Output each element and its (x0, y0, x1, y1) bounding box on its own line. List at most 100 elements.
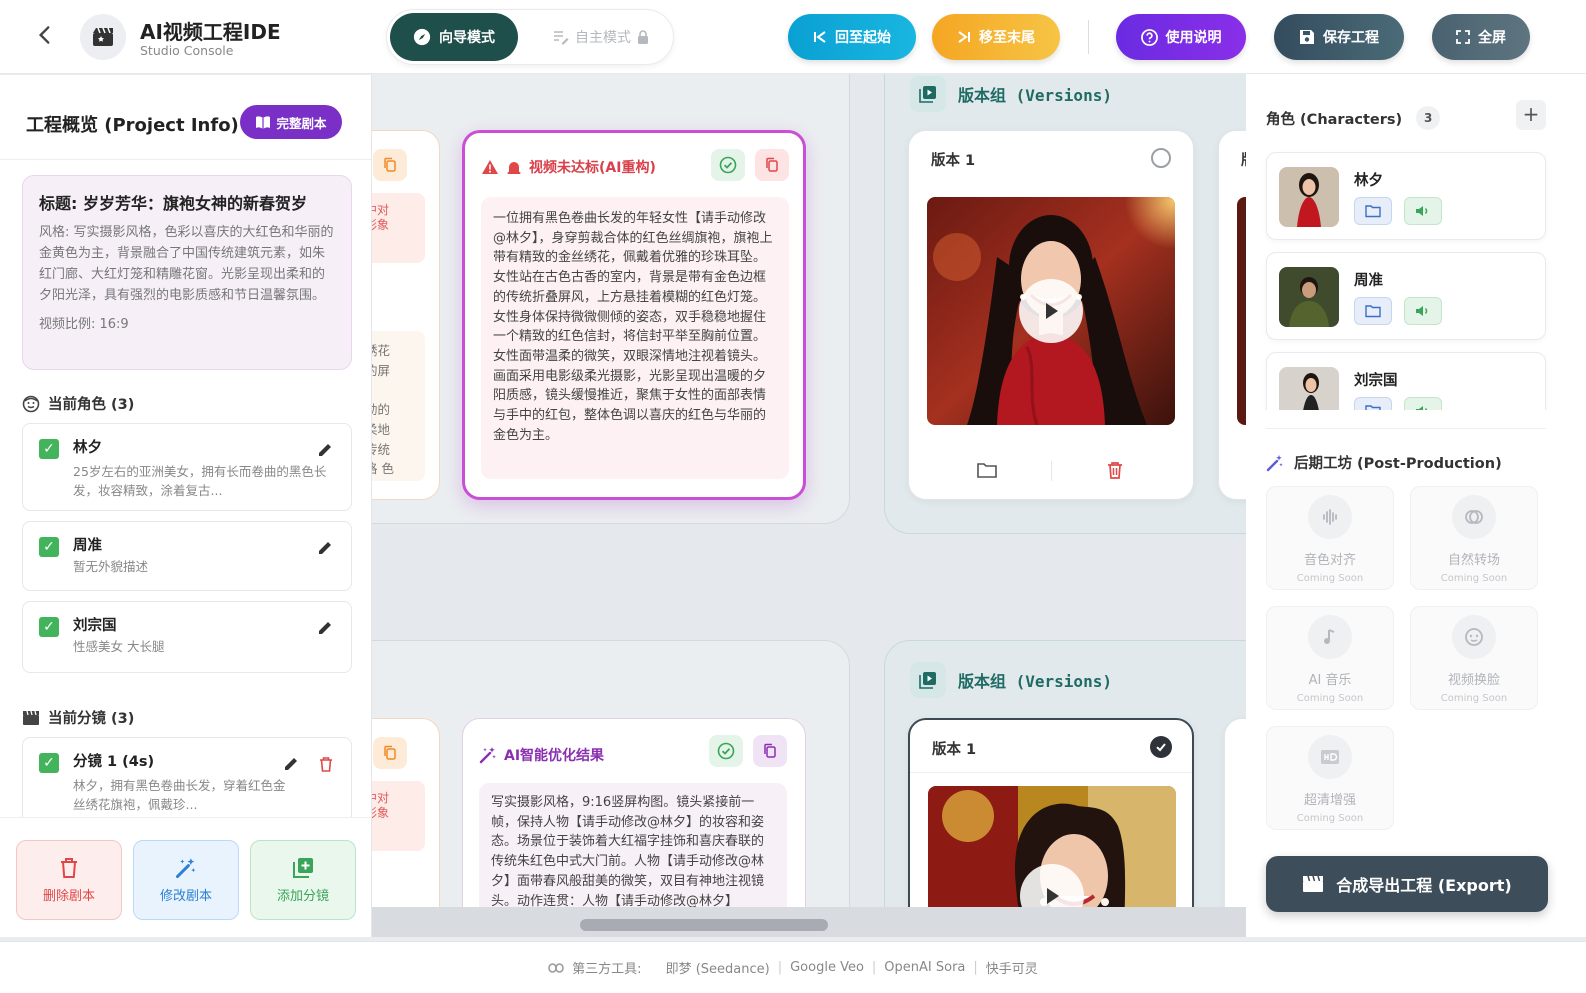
fullscreen-button[interactable]: 全屏 (1432, 14, 1530, 60)
panel-divider (0, 159, 371, 160)
add-character-button[interactable]: + (1516, 100, 1546, 130)
character-card[interactable]: 林夕 (1266, 152, 1546, 240)
character-card[interactable]: 刘宗国 (1266, 352, 1546, 410)
footer-tool-link[interactable]: OpenAI Sora (884, 960, 965, 975)
alarm-icon (507, 162, 521, 174)
guided-mode-button[interactable]: 向导模式 (390, 13, 518, 61)
node-video-failed-header: 视频未达标(AI重构) (481, 157, 656, 177)
tool-ai-music[interactable]: AI 音乐 Coming Soon (1266, 606, 1394, 710)
delete-icon[interactable] (319, 756, 333, 776)
partial-node-top-text: 绣花 的屏 勒的 柔地 传统 格 色 (372, 331, 425, 481)
character-row[interactable]: ✓ 刘宗国 性感美女 大长腿 (22, 601, 352, 673)
edit-note-icon (554, 31, 569, 45)
go-to-start-button[interactable]: 回至起始 (788, 14, 916, 60)
magic-wand-icon (1266, 454, 1283, 471)
skip-start-icon (814, 31, 826, 43)
folder-icon[interactable] (1354, 197, 1392, 225)
checkbox-checked[interactable]: ✓ (39, 439, 59, 459)
modify-script-button[interactable]: 修改剧本 (133, 840, 239, 920)
tool-upscale[interactable]: 超清增强 Coming Soon (1266, 726, 1394, 830)
video-thumbnail-top[interactable] (927, 197, 1175, 425)
modify-script-label: 修改剧本 (159, 888, 212, 904)
node-video-failed-title: 视频未达标(AI重构) (529, 160, 656, 176)
character-list[interactable]: 林夕 周准 刘宗国 (1246, 148, 1586, 410)
tool-voice-align[interactable]: 音色对齐 Coming Soon (1266, 486, 1394, 590)
version-card-top[interactable]: 版本 1 (908, 130, 1194, 500)
tool-name: 自然转场 (1447, 553, 1500, 568)
node-video-failed-text[interactable]: 一位拥有黑色卷曲长发的年轻女性【请手动修改@林夕】，身穿剪裁合体的红色丝绸旗袍，… (481, 197, 789, 479)
play-button[interactable] (1019, 279, 1083, 343)
copy-icon-bottom[interactable] (373, 737, 407, 769)
voice-icon[interactable] (1404, 397, 1442, 410)
character-desc: 性感美女 大长腿 (73, 639, 165, 654)
node-canvas[interactable]: 中对 形象 绣花 的屏 勒的 柔地 传统 格 色 视频未达标(AI重构) 一位拥… (372, 74, 1246, 937)
horizontal-scrollbar[interactable] (372, 907, 1246, 937)
card-divider (910, 772, 1192, 773)
add-shot-button[interactable]: 添加分镜 (250, 840, 356, 920)
fullscreen-label: 全屏 (1478, 30, 1506, 46)
scrollbar-thumb[interactable] (580, 919, 828, 931)
export-project-button[interactable]: 合成导出工程 (Export) (1266, 856, 1548, 912)
post-production-title: 后期工坊 (Post-Production) (1294, 456, 1502, 472)
copy-icon[interactable] (373, 149, 407, 181)
voice-icon[interactable] (1404, 197, 1442, 225)
checkbox-checked[interactable]: ✓ (39, 617, 59, 637)
version-radio-unselected[interactable] (1151, 148, 1171, 168)
compass-icon (413, 28, 431, 46)
help-label: 使用说明 (1165, 30, 1222, 46)
approve-icon-2[interactable] (709, 735, 743, 767)
free-mode-button[interactable]: 自主模式 (541, 13, 661, 61)
delete-icon[interactable] (1107, 461, 1123, 483)
go-to-end-button[interactable]: 移至末尾 (932, 14, 1060, 60)
footer-tool-link[interactable]: Google Veo (790, 960, 864, 975)
save-project-button[interactable]: 保存工程 (1274, 14, 1404, 60)
edit-pencil-icon[interactable] (317, 442, 333, 462)
partial-thumbnail (1237, 197, 1246, 425)
version-selected-check-icon[interactable] (1150, 736, 1172, 758)
footer-tool-link[interactable]: 快手可灵 (986, 958, 1038, 977)
folder-icon[interactable] (977, 461, 997, 483)
delete-script-button[interactable]: 删除剧本 (16, 840, 122, 920)
characters-count-badge: 3 (1416, 106, 1441, 130)
copy-node-icon-2[interactable] (753, 735, 787, 767)
characters-section-title: 当前角色 (3) (48, 397, 135, 413)
character-card[interactable]: 周准 (1266, 252, 1546, 340)
checkbox-checked[interactable]: ✓ (39, 753, 59, 773)
checkbox-checked[interactable]: ✓ (39, 537, 59, 557)
tool-face-swap[interactable]: 视频换脸 Coming Soon (1410, 606, 1538, 710)
edit-pencil-icon[interactable] (317, 620, 333, 640)
character-row[interactable]: ✓ 周准 暂无外貌描述 (22, 521, 352, 591)
node-ai-optimized[interactable]: AI智能优化结果 写实摄影风格，9:16竖屏构图。镜头紧接前一帧，保持人物【请手… (462, 718, 806, 937)
book-icon (256, 116, 271, 129)
folder-icon[interactable] (1354, 297, 1392, 325)
waveform-icon (1308, 495, 1352, 539)
copy-node-icon[interactable] (755, 149, 789, 181)
footer-separator: | (973, 960, 978, 975)
approve-icon[interactable] (711, 149, 745, 181)
character-row[interactable]: ✓ 林夕 25岁左右的亚洲美女，拥有长而卷曲的黑色长发，妆容精致，涂着复古... (22, 423, 352, 511)
node-ai-optimized-title: AI智能优化结果 (504, 748, 605, 764)
face-icon (1452, 615, 1496, 659)
shot-desc: 林夕，拥有黑色卷曲长发，穿着红色金丝绣花旗袍，佩戴珍... (73, 778, 286, 812)
help-button[interactable]: 使用说明 (1116, 14, 1246, 60)
tool-transition[interactable]: 自然转场 Coming Soon (1410, 486, 1538, 590)
version-card-bottom-label: 版本 1 (932, 742, 977, 758)
voice-icon[interactable] (1404, 297, 1442, 325)
version-card-bottom-selected[interactable]: 版本 1 (908, 718, 1194, 937)
version-card-top-partial[interactable]: 版 (1218, 130, 1246, 500)
mode-switch: 向导模式 自主模式 (386, 9, 674, 65)
play-icon-2 (1047, 888, 1059, 904)
node-video-failed[interactable]: 视频未达标(AI重构) 一位拥有黑色卷曲长发的年轻女性【请手动修改@林夕】，身穿… (462, 130, 806, 500)
back-button[interactable] (30, 22, 60, 52)
tool-name: 音色对齐 (1303, 553, 1356, 568)
full-script-button[interactable]: 完整剧本 (240, 105, 342, 139)
chevron-left-icon (38, 26, 50, 44)
partial-node-bottom-label: 中对 形象 (372, 781, 425, 851)
folder-icon[interactable] (1354, 397, 1392, 410)
edit-pencil-icon[interactable] (317, 540, 333, 560)
footer-tool-link[interactable]: 即梦 (Seedance) (666, 958, 770, 977)
shot-row[interactable]: ✓ 分镜 1 (4s) 林夕，拥有黑色卷曲长发，穿着红色金丝绣花旗袍，佩戴珍..… (22, 737, 352, 827)
avatar (1279, 367, 1339, 410)
edit-pencil-icon[interactable] (283, 756, 299, 776)
transition-icon (1452, 495, 1496, 539)
